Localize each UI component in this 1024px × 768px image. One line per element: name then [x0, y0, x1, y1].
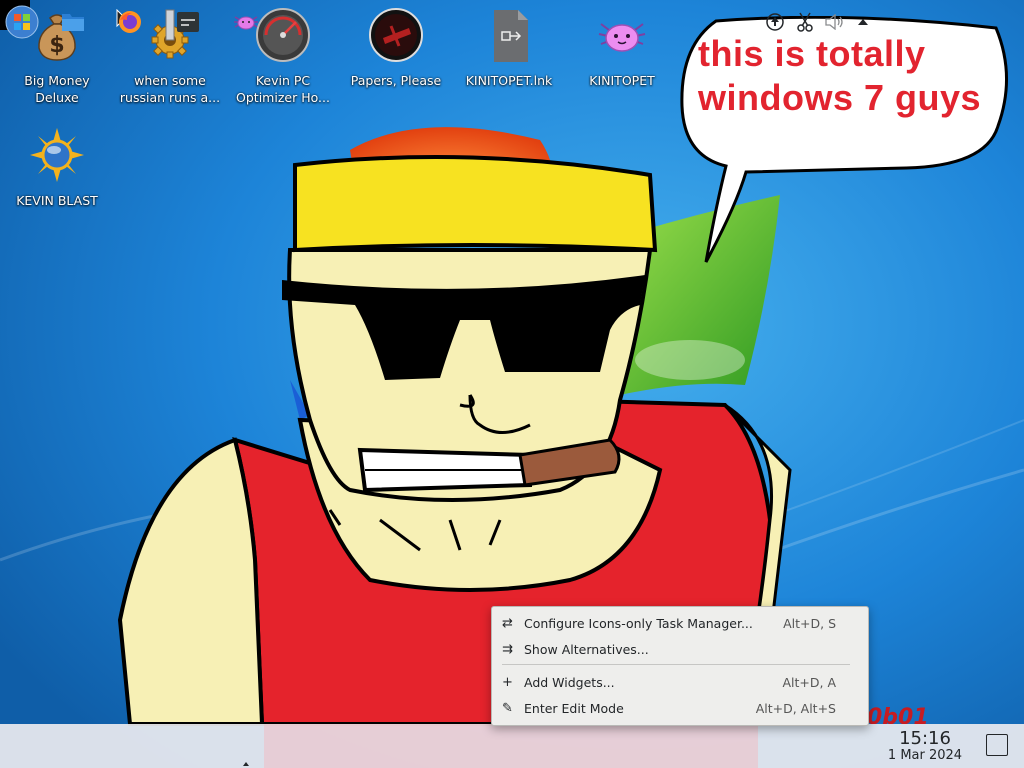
menu-item-label: Add Widgets...: [524, 674, 615, 690]
configure-icon: ⇄: [502, 615, 513, 631]
taskbar-kinitopet[interactable]: [229, 0, 263, 44]
scissors-icon: [797, 12, 813, 32]
tray-screenshot[interactable]: [794, 0, 816, 44]
taskbar-context-menu: ⇄ Configure Icons-only Task Manager... A…: [491, 606, 869, 726]
menu-separator: [502, 664, 850, 665]
desktop-icon-kinitopet-lnk[interactable]: KINITOPET.lnk: [453, 0, 565, 89]
update-icon: [766, 13, 784, 31]
expand-tray-icon: [858, 19, 868, 25]
axolotl-icon: [598, 23, 646, 52]
sun-orb-icon: [30, 128, 84, 182]
desktop-icon-label: Papers, Please: [350, 73, 442, 88]
alternatives-icon: ⇉: [502, 641, 513, 657]
terminal-icon: [177, 12, 199, 32]
clock-date[interactable]: 1 Mar 2024: [876, 748, 974, 763]
active-indicator: [243, 762, 249, 766]
clock-time[interactable]: 15:16: [884, 728, 966, 749]
windows-start-icon: [5, 5, 39, 39]
desktop-icon-label: Kevin PC Optimizer Ho...: [236, 73, 330, 105]
desktop-icon-kinitopet[interactable]: KINITOPET: [566, 0, 678, 89]
speedometer-icon: [256, 8, 310, 62]
desktop-icon-papers-please[interactable]: Papers, Please: [340, 0, 452, 89]
menu-item-enter-edit-mode[interactable]: ✎ Enter Edit Mode Alt+D, Alt+S: [492, 695, 868, 721]
tray-updates[interactable]: [764, 0, 786, 44]
taskbar-terminal[interactable]: [171, 0, 205, 44]
menu-item-configure-task-manager[interactable]: ⇄ Configure Icons-only Task Manager... A…: [492, 610, 868, 636]
taskbar-wallpaper-tint: [264, 724, 758, 768]
menu-item-shortcut: Alt+D, Alt+S: [755, 700, 836, 716]
menu-item-show-alternatives[interactable]: ⇉ Show Alternatives...: [492, 636, 868, 662]
firefox-icon: [119, 11, 141, 33]
folder-icon: [62, 14, 84, 31]
shortcut-file-icon: [494, 10, 528, 62]
desktop-icon-label: KEVIN BLAST: [16, 193, 98, 208]
tray-volume[interactable]: [824, 0, 846, 44]
desktop-icon-kevin-blast[interactable]: KEVIN BLAST: [1, 120, 113, 209]
show-desktop-button[interactable]: [986, 734, 1008, 756]
desktop-icon-label: Big Money Deluxe: [24, 73, 90, 105]
menu-item-label: Enter Edit Mode: [524, 700, 624, 716]
desktop-icon-label: KINITOPET.lnk: [465, 73, 553, 88]
plus-icon: +: [502, 674, 513, 690]
speech-line-2: windows 7 guys: [698, 77, 982, 118]
menu-item-add-widgets[interactable]: + Add Widgets... Alt+D, A: [492, 669, 868, 695]
desktop-icon-label: KINITOPET: [589, 73, 655, 88]
taskbar-firefox[interactable]: [113, 0, 147, 44]
speech-line-1: this is totally: [698, 33, 926, 74]
volume-icon: [825, 14, 843, 30]
speech-bubble-text: this is totally windows 7 guys: [698, 32, 998, 120]
menu-item-label: Configure Icons-only Task Manager...: [524, 615, 753, 631]
papers-please-icon: [369, 8, 423, 62]
desktop-icon-label: when some russian runs a...: [119, 73, 221, 105]
tray-expand-button[interactable]: [854, 0, 872, 44]
menu-item-label: Show Alternatives...: [524, 641, 649, 657]
taskbar-file-manager[interactable]: [56, 0, 90, 44]
axolotl-icon: [234, 16, 258, 30]
wallpaper-yellow-cap: [293, 155, 658, 253]
start-menu-button[interactable]: [2, 0, 42, 44]
menu-item-shortcut: Alt+D, A: [782, 674, 836, 690]
pencil-icon: ✎: [502, 700, 513, 716]
menu-item-shortcut: Alt+D, S: [783, 615, 836, 631]
